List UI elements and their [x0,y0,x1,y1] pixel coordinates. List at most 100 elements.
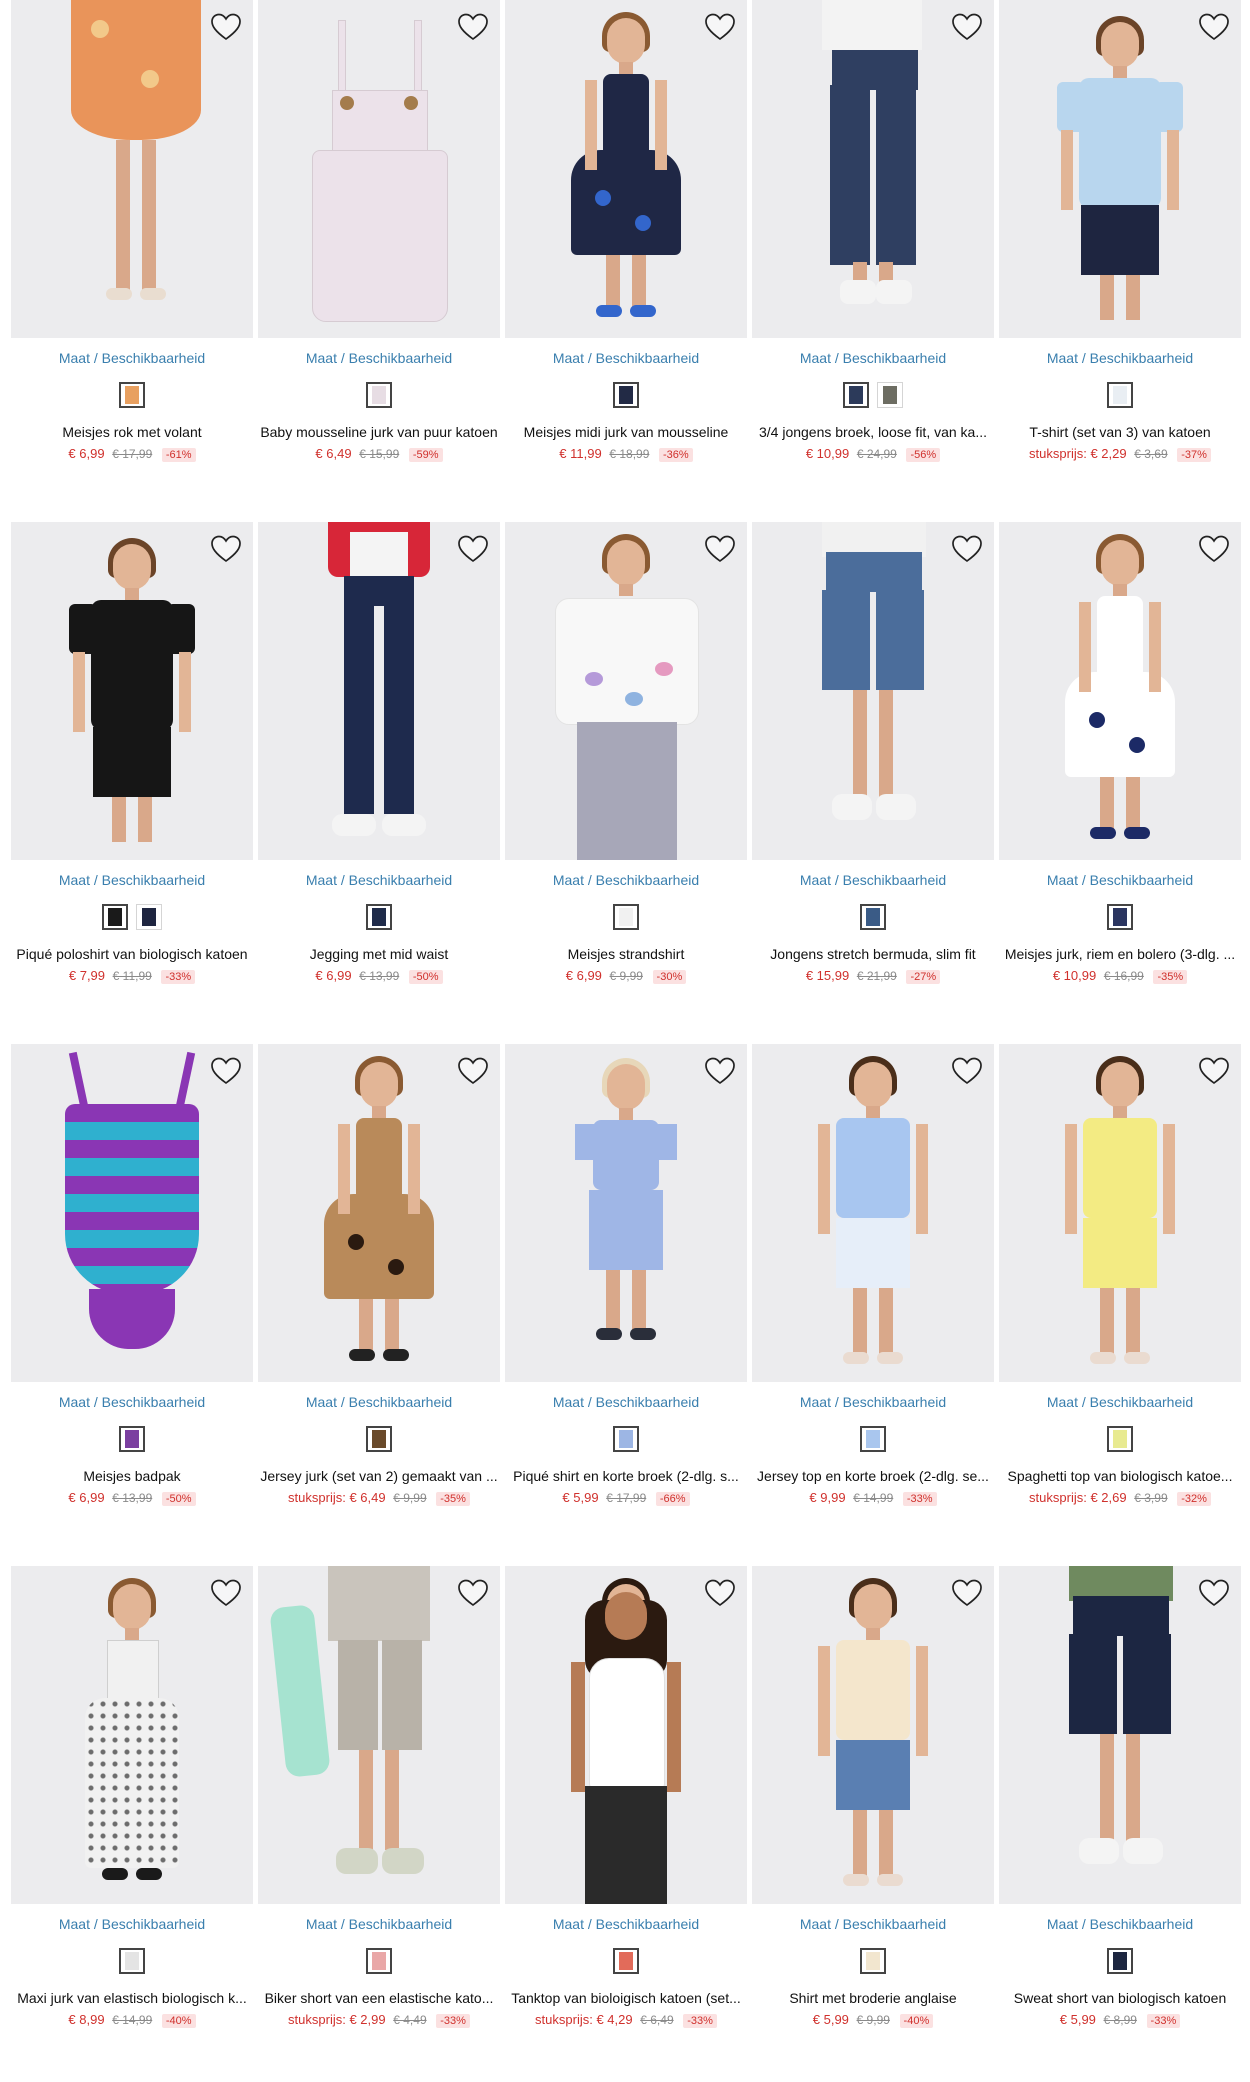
product-image[interactable] [11,1566,253,1904]
product-card[interactable]: Maat / Beschikbaarheid Meisjes midi jurk… [505,0,747,480]
size-availability-link[interactable]: Maat / Beschikbaarheid [999,350,1241,366]
product-image[interactable] [505,0,747,338]
product-name[interactable]: Jongens stretch bermuda, slim fit [752,946,994,962]
color-swatch[interactable] [613,904,639,930]
wishlist-heart-icon[interactable] [1197,10,1231,44]
product-image[interactable] [11,522,253,860]
product-name[interactable]: Meisjes badpak [11,1468,253,1484]
product-card[interactable]: Maat / Beschikbaarheid Tanktop van biolo… [505,1566,747,2046]
color-swatch[interactable] [136,904,162,930]
wishlist-heart-icon[interactable] [703,532,737,566]
color-swatch[interactable] [1107,1426,1133,1452]
product-card[interactable]: Maat / Beschikbaarheid Piqué poloshirt v… [11,522,253,1002]
product-image[interactable] [752,0,994,338]
color-swatch[interactable] [366,1426,392,1452]
product-name[interactable]: Sweat short van biologisch katoen [999,1990,1241,2006]
wishlist-heart-icon[interactable] [950,1576,984,1610]
product-card[interactable]: Maat / Beschikbaarheid Biker short van e… [258,1566,500,2046]
product-image[interactable] [505,1566,747,1904]
wishlist-heart-icon[interactable] [456,1576,490,1610]
product-name[interactable]: Baby mousseline jurk van puur katoen [258,424,500,440]
color-swatch[interactable] [613,1948,639,1974]
wishlist-heart-icon[interactable] [950,1054,984,1088]
color-swatch[interactable] [119,1948,145,1974]
product-image[interactable] [258,522,500,860]
size-availability-link[interactable]: Maat / Beschikbaarheid [258,350,500,366]
color-swatch[interactable] [366,1948,392,1974]
wishlist-heart-icon[interactable] [456,1054,490,1088]
size-availability-link[interactable]: Maat / Beschikbaarheid [258,1394,500,1410]
color-swatch[interactable] [1107,904,1133,930]
product-card[interactable]: Maat / Beschikbaarheid 3/4 jongens broek… [752,0,994,480]
product-card[interactable]: Maat / Beschikbaarheid T-shirt (set van … [999,0,1241,480]
product-card[interactable]: Maat / Beschikbaarheid Meisjes strandshi… [505,522,747,1002]
product-card[interactable]: Maat / Beschikbaarheid Meisjes jurk, rie… [999,522,1241,1002]
product-image[interactable] [11,1044,253,1382]
wishlist-heart-icon[interactable] [950,532,984,566]
product-image[interactable] [999,522,1241,860]
product-image[interactable] [258,1566,500,1904]
product-card[interactable]: Maat / Beschikbaarheid Sweat short van b… [999,1566,1241,2046]
color-swatch[interactable] [1107,382,1133,408]
product-image[interactable] [752,1044,994,1382]
product-card[interactable]: Maat / Beschikbaarheid Jongens stretch b… [752,522,994,1002]
size-availability-link[interactable]: Maat / Beschikbaarheid [752,350,994,366]
wishlist-heart-icon[interactable] [456,532,490,566]
product-card[interactable]: Maat / Beschikbaarheid Shirt met broderi… [752,1566,994,2046]
wishlist-heart-icon[interactable] [209,1576,243,1610]
size-availability-link[interactable]: Maat / Beschikbaarheid [752,1394,994,1410]
wishlist-heart-icon[interactable] [703,10,737,44]
size-availability-link[interactable]: Maat / Beschikbaarheid [999,1394,1241,1410]
product-card[interactable]: Maat / Beschikbaarheid Jegging met mid w… [258,522,500,1002]
product-card[interactable]: Maat / Beschikbaarheid Spaghetti top van… [999,1044,1241,1524]
product-image[interactable] [752,1566,994,1904]
product-name[interactable]: Tanktop van bioloigisch katoen (set... [505,1990,747,2006]
color-swatch[interactable] [843,382,869,408]
product-image[interactable] [505,522,747,860]
wishlist-heart-icon[interactable] [1197,1054,1231,1088]
product-image[interactable] [999,0,1241,338]
product-image[interactable] [999,1044,1241,1382]
color-swatch[interactable] [860,1426,886,1452]
product-card[interactable]: Maat / Beschikbaarheid Meisjes badpak € … [11,1044,253,1524]
wishlist-heart-icon[interactable] [209,10,243,44]
product-card[interactable]: Maat / Beschikbaarheid Piqué shirt en ko… [505,1044,747,1524]
product-name[interactable]: Meisjes jurk, riem en bolero (3-dlg. ... [999,946,1241,962]
product-image[interactable] [11,0,253,338]
color-swatch[interactable] [119,1426,145,1452]
size-availability-link[interactable]: Maat / Beschikbaarheid [505,350,747,366]
product-name[interactable]: Shirt met broderie anglaise [752,1990,994,2006]
wishlist-heart-icon[interactable] [703,1054,737,1088]
wishlist-heart-icon[interactable] [703,1576,737,1610]
product-name[interactable]: Piqué shirt en korte broek (2-dlg. s... [505,1468,747,1484]
wishlist-heart-icon[interactable] [1197,1576,1231,1610]
product-image[interactable] [999,1566,1241,1904]
product-card[interactable]: Maat / Beschikbaarheid Meisjes rok met v… [11,0,253,480]
size-availability-link[interactable]: Maat / Beschikbaarheid [505,872,747,888]
size-availability-link[interactable]: Maat / Beschikbaarheid [11,872,253,888]
wishlist-heart-icon[interactable] [950,10,984,44]
product-name[interactable]: Jersey jurk (set van 2) gemaakt van ... [258,1468,500,1484]
color-swatch[interactable] [613,1426,639,1452]
product-card[interactable]: Maat / Beschikbaarheid Jersey jurk (set … [258,1044,500,1524]
wishlist-heart-icon[interactable] [209,1054,243,1088]
color-swatch[interactable] [366,904,392,930]
product-name[interactable]: Meisjes strandshirt [505,946,747,962]
wishlist-heart-icon[interactable] [1197,532,1231,566]
color-swatch[interactable] [613,382,639,408]
color-swatch[interactable] [102,904,128,930]
size-availability-link[interactable]: Maat / Beschikbaarheid [11,1394,253,1410]
product-name[interactable]: 3/4 jongens broek, loose fit, van ka... [752,424,994,440]
product-name[interactable]: Jersey top en korte broek (2-dlg. se... [752,1468,994,1484]
product-name[interactable]: Jegging met mid waist [258,946,500,962]
product-name[interactable]: Biker short van een elastische kato... [258,1990,500,2006]
product-name[interactable]: Meisjes midi jurk van mousseline [505,424,747,440]
size-availability-link[interactable]: Maat / Beschikbaarheid [258,1916,500,1932]
wishlist-heart-icon[interactable] [456,10,490,44]
size-availability-link[interactable]: Maat / Beschikbaarheid [752,1916,994,1932]
color-swatch[interactable] [366,382,392,408]
product-image[interactable] [505,1044,747,1382]
color-swatch[interactable] [119,382,145,408]
size-availability-link[interactable]: Maat / Beschikbaarheid [505,1394,747,1410]
color-swatch[interactable] [877,382,903,408]
